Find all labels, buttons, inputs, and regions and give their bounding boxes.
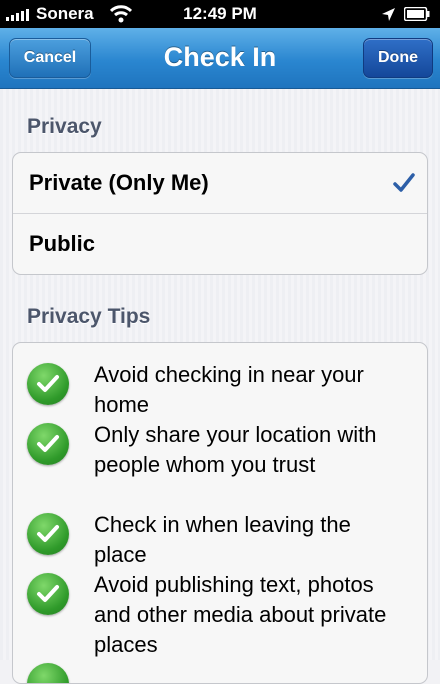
green-check-icon (27, 513, 69, 555)
done-button[interactable]: Done (363, 38, 433, 78)
privacy-option-public[interactable]: Public (13, 213, 427, 274)
green-check-icon (27, 363, 69, 405)
location-arrow-icon (382, 8, 395, 21)
privacy-option-label: Private (Only Me) (29, 170, 209, 195)
privacy-section-header: Privacy (27, 115, 102, 138)
privacy-option-private[interactable]: Private (Only Me) (13, 153, 427, 213)
green-check-icon (27, 663, 69, 683)
green-check-icon (27, 423, 69, 465)
privacy-option-label: Public (29, 231, 96, 256)
privacy-tips-section-header: Privacy Tips (27, 305, 151, 328)
tip-text: Only share your location with people who… (94, 422, 377, 477)
status-bar: Sonera 12:49 PM (0, 0, 440, 28)
tip-text: Check in when leaving the place (94, 512, 351, 567)
privacy-tips-group: Avoid checking in near your home Only sh… (12, 342, 428, 684)
clock: 12:49 PM (183, 4, 257, 23)
checkmark-icon (393, 173, 415, 192)
green-check-icon (27, 573, 69, 615)
privacy-options-group: Private (Only Me) Public (12, 152, 428, 275)
tip-text: Avoid checking in near your home (94, 362, 364, 417)
battery-icon (404, 7, 430, 21)
tip-text: Avoid publishing text, photos and other … (94, 572, 387, 657)
navigation-bar: Cancel Check In Done (0, 28, 440, 89)
